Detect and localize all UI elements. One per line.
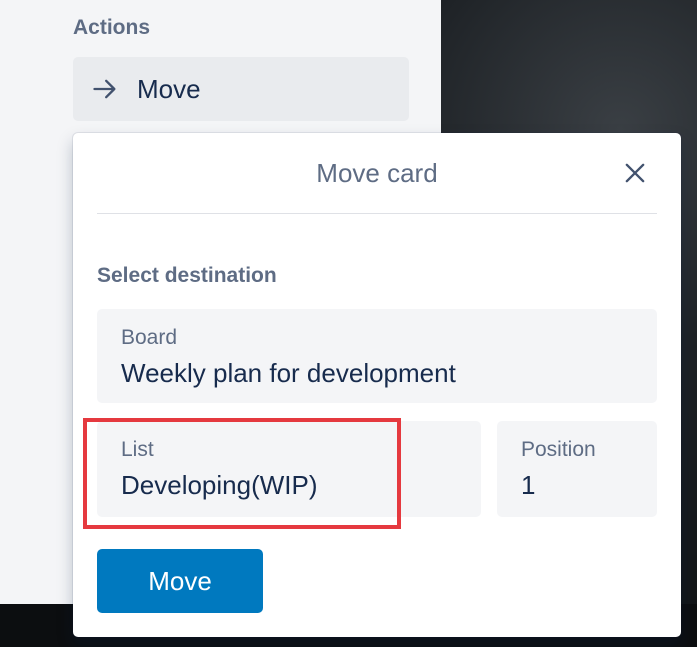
move-action-button[interactable]: Move <box>73 57 409 121</box>
list-select-label: List <box>121 438 154 461</box>
position-select-value: 1 <box>521 470 536 500</box>
position-select-label: Position <box>521 438 596 461</box>
list-select[interactable]: List Developing(WIP) <box>97 421 481 517</box>
board-select-value: Weekly plan for development <box>121 358 456 388</box>
list-select-value: Developing(WIP) <box>121 470 318 500</box>
select-destination-heading: Select destination <box>97 264 277 287</box>
move-submit-button[interactable]: Move <box>97 549 263 613</box>
close-icon[interactable] <box>621 159 649 187</box>
move-action-label: Move <box>137 73 201 104</box>
actions-heading: Actions <box>73 16 151 39</box>
board-select-label: Board <box>121 326 178 349</box>
popover-title: Move card <box>316 157 438 188</box>
popover-header: Move card <box>97 133 657 214</box>
position-select[interactable]: Position 1 <box>497 421 657 517</box>
arrow-right-icon <box>93 79 116 99</box>
move-card-popover: Move card Select destination Board Weekl… <box>73 133 681 637</box>
board-select[interactable]: Board Weekly plan for development <box>97 309 657 403</box>
